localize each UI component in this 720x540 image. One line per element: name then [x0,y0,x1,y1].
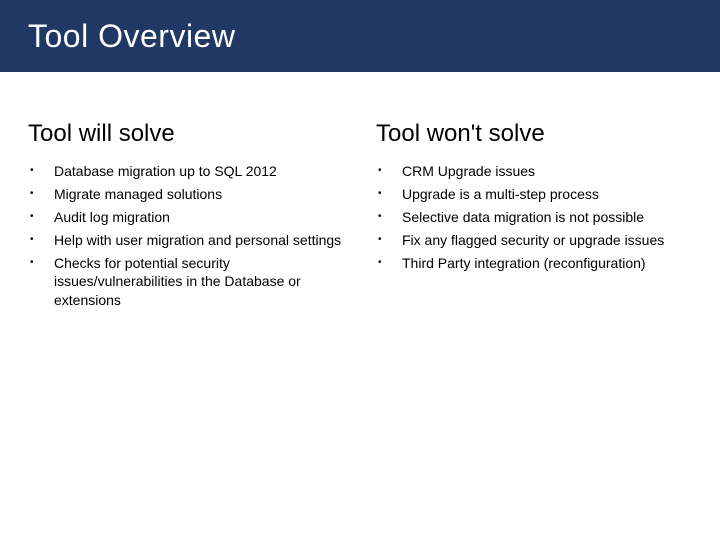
list-item-text: Database migration up to SQL 2012 [54,162,344,181]
list-item: •Fix any flagged security or upgrade iss… [376,231,692,250]
list-item-text: Migrate managed solutions [54,185,344,204]
left-column: Tool will solve •Database migration up t… [28,120,344,314]
list-item: •Upgrade is a multi-step process [376,185,692,204]
bullet-icon: • [28,162,54,180]
right-column: Tool won't solve •CRM Upgrade issues •Up… [376,120,692,314]
list-item-text: Help with user migration and personal se… [54,231,344,250]
bullet-icon: • [28,208,54,226]
list-item: •Database migration up to SQL 2012 [28,162,344,181]
list-item: •CRM Upgrade issues [376,162,692,181]
list-item: •Third Party integration (reconfiguratio… [376,254,692,273]
list-item-text: Upgrade is a multi-step process [402,185,692,204]
bullet-icon: • [28,231,54,249]
bullet-icon: • [376,185,402,203]
right-list: •CRM Upgrade issues •Upgrade is a multi-… [376,162,692,272]
bullet-icon: • [376,231,402,249]
list-item-text: CRM Upgrade issues [402,162,692,181]
content-area: Tool will solve •Database migration up t… [0,72,720,314]
title-bar: Tool Overview [0,0,720,72]
list-item-text: Fix any flagged security or upgrade issu… [402,231,692,250]
list-item: •Selective data migration is not possibl… [376,208,692,227]
bullet-icon: • [376,254,402,272]
list-item: •Checks for potential security issues/vu… [28,254,344,311]
list-item-text: Third Party integration (reconfiguration… [402,254,692,273]
list-item: •Help with user migration and personal s… [28,231,344,250]
left-heading: Tool will solve [28,120,344,148]
bullet-icon: • [376,208,402,226]
list-item-text: Selective data migration is not possible [402,208,692,227]
list-item-text: Checks for potential security issues/vul… [54,254,344,311]
bullet-icon: • [376,162,402,180]
bullet-icon: • [28,185,54,203]
right-heading: Tool won't solve [376,120,692,148]
slide-title: Tool Overview [28,18,235,55]
bullet-icon: • [28,254,54,272]
list-item: •Migrate managed solutions [28,185,344,204]
list-item: •Audit log migration [28,208,344,227]
slide: Tool Overview Tool will solve •Database … [0,0,720,540]
left-list: •Database migration up to SQL 2012 •Migr… [28,162,344,310]
list-item-text: Audit log migration [54,208,344,227]
